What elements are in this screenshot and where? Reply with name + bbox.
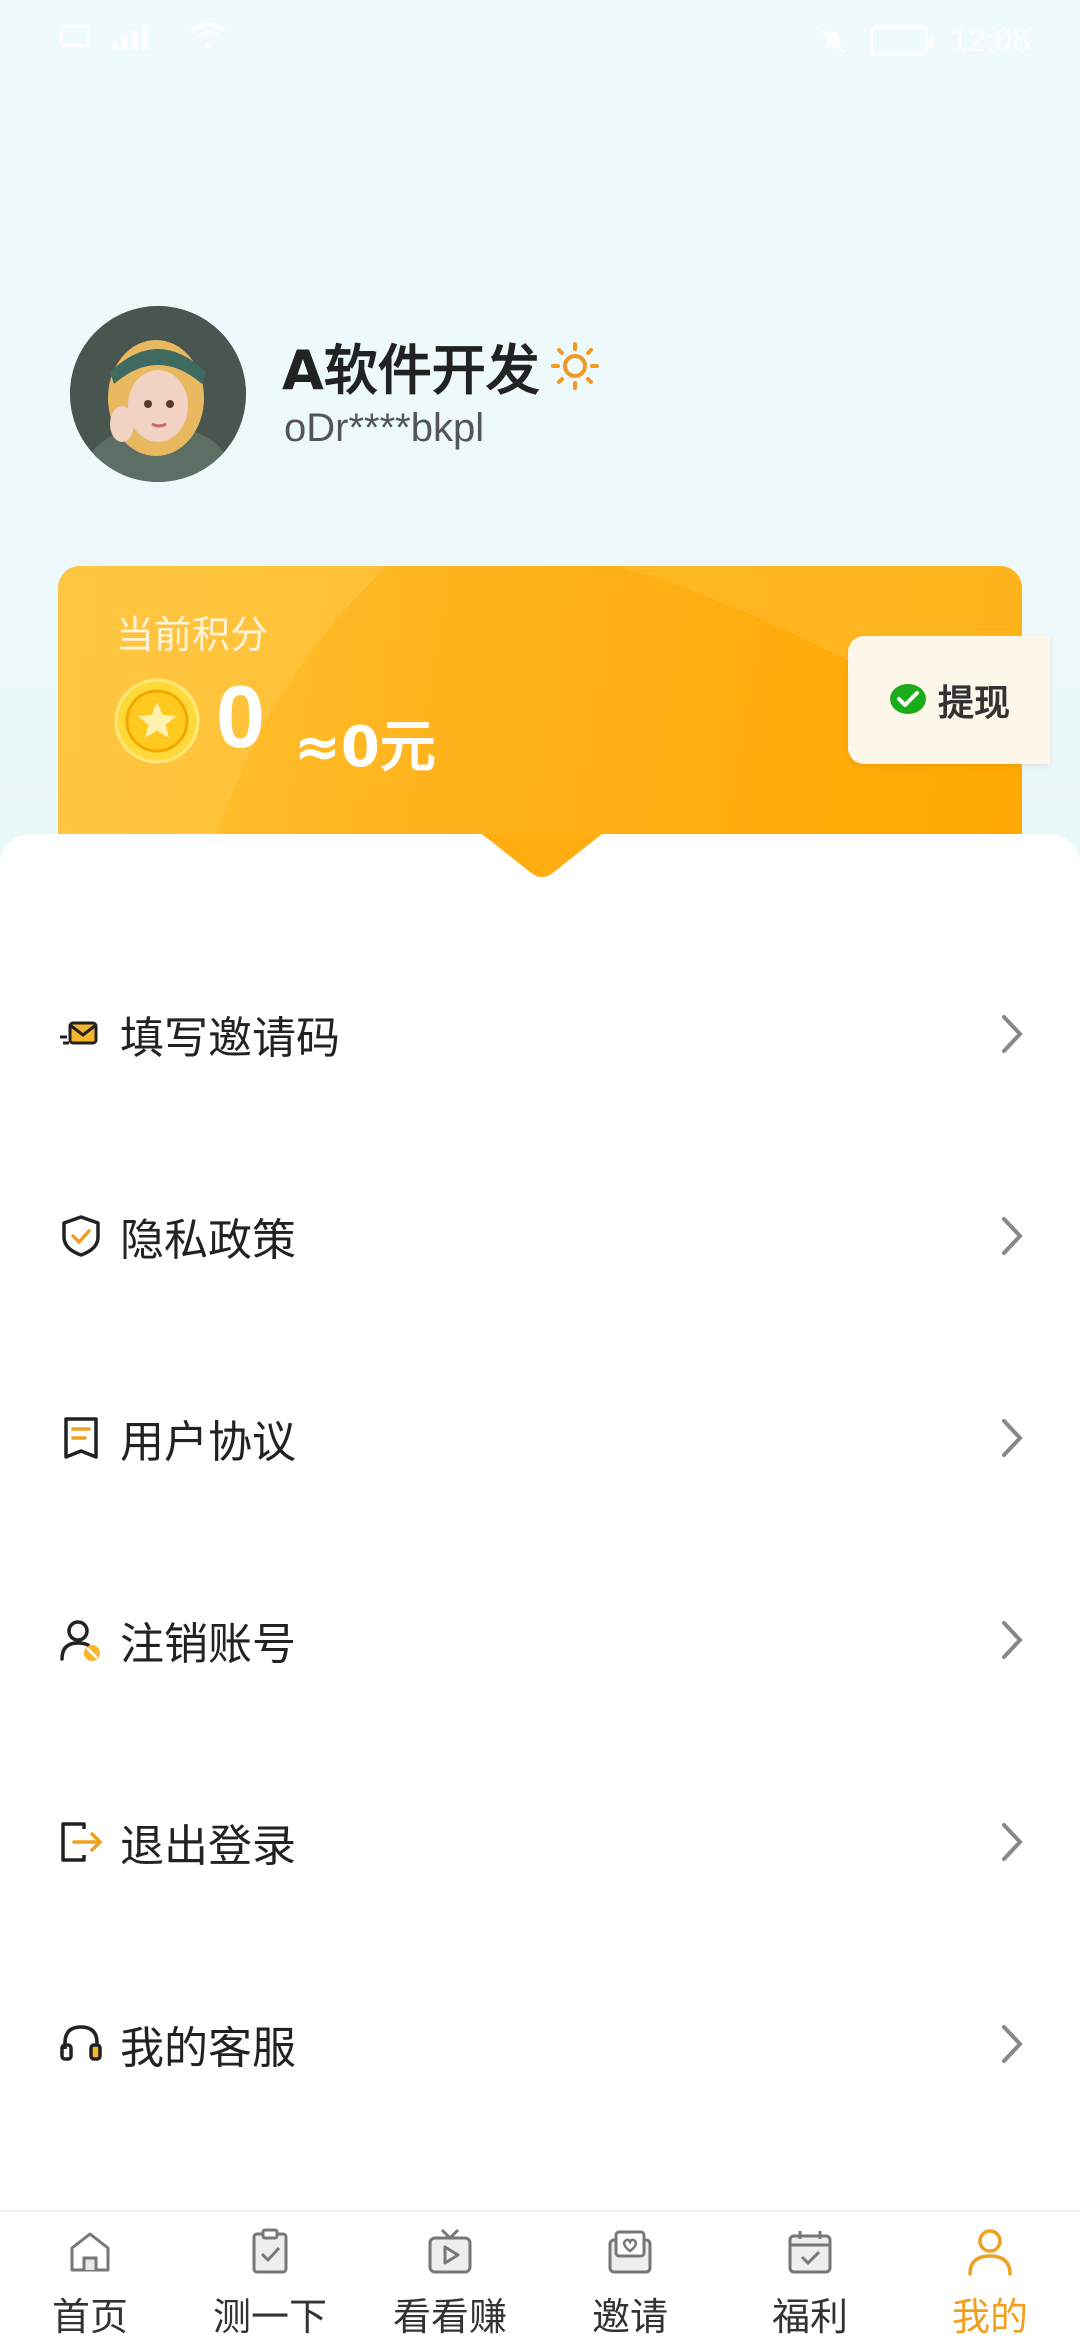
- clipboard-check-icon: [252, 2228, 288, 2274]
- coin-icon: [114, 678, 200, 764]
- menu-item-label: 我的客服: [120, 2023, 296, 2074]
- chevron-right-icon: [1002, 1823, 1023, 1861]
- menu-item-label: 退出登录: [120, 1821, 296, 1872]
- nav-label: 首页: [51, 2295, 128, 2339]
- user-icon: [968, 2229, 1012, 2276]
- sun-badge-icon: [550, 341, 599, 390]
- nav-label: 福利: [771, 2295, 848, 2339]
- menu-item-label: 隐私政策: [120, 1215, 296, 1266]
- card-notch: [482, 834, 602, 877]
- withdraw-label: 提现: [937, 683, 1010, 724]
- menu-item-label: 注销账号: [120, 1619, 296, 1670]
- avatar-image: [70, 306, 246, 482]
- profile-name-text: A软件开发: [282, 339, 540, 402]
- wifi-icon: [191, 23, 227, 48]
- logout-icon: [61, 1822, 103, 1862]
- profile-user-id: oDr****bkpl: [284, 406, 485, 450]
- profile-page: 12:08 A软件开发 oDr****bkpl 当前积分 0 ≈0元 提现 填写…: [0, 0, 1080, 2340]
- home-icon: [70, 2232, 110, 2272]
- nav-home[interactable]: 首页: [0, 2212, 180, 2340]
- nav-invite[interactable]: 邀请: [540, 2212, 720, 2340]
- menu-item-label: 用户协议: [120, 1417, 296, 1468]
- menu-item-delete-account[interactable]: 注销账号: [0, 1580, 1080, 1700]
- bell-off-icon: [820, 28, 845, 53]
- bottom-nav: 首页 测一下 看看赚 邀请 福利 我的: [0, 2210, 1080, 2340]
- status-bar: 12:08: [0, 0, 1080, 80]
- chevron-right-icon: [1002, 2025, 1023, 2063]
- chevron-right-icon: [1002, 1419, 1023, 1457]
- withdraw-button[interactable]: 提现: [848, 636, 1050, 764]
- menu-item-logout[interactable]: 退出登录: [0, 1782, 1080, 1902]
- avatar[interactable]: [70, 306, 246, 482]
- calendar-check-icon: [788, 2231, 832, 2274]
- menu-item-user-agreement[interactable]: 用户协议: [0, 1378, 1080, 1498]
- nav-label: 测一下: [212, 2295, 327, 2339]
- user-cancel-icon: [60, 1620, 100, 1661]
- wechat-icon: [889, 684, 926, 714]
- nav-label: 看看赚: [392, 2295, 507, 2339]
- menu-item-customer-service[interactable]: 我的客服: [0, 1984, 1080, 2104]
- status-time: 12:08: [949, 22, 1030, 58]
- invite-heart-icon: [608, 2230, 652, 2274]
- headset-icon: [60, 2025, 102, 2061]
- nav-test[interactable]: 测一下: [180, 2212, 360, 2340]
- points-label: 当前积分: [116, 613, 269, 657]
- chevron-right-icon: [1002, 1015, 1023, 1053]
- nav-watch-earn[interactable]: 看看赚: [360, 2212, 540, 2340]
- nav-welfare[interactable]: 福利: [720, 2212, 900, 2340]
- play-tv-icon: [428, 2228, 472, 2274]
- chevron-right-icon: [1002, 1621, 1023, 1659]
- invite-code-icon: [60, 1021, 98, 1045]
- shield-check-icon: [62, 1215, 100, 1257]
- menu-item-label: 填写邀请码: [120, 1013, 340, 1064]
- points-cash-value: ≈0元: [294, 715, 436, 780]
- nav-mine[interactable]: 我的: [900, 2212, 1080, 2340]
- nav-label: 我的: [951, 2295, 1028, 2339]
- document-icon: [64, 1417, 98, 1459]
- menu-item-invite-code[interactable]: 填写邀请码: [0, 974, 1080, 1094]
- signal-icon: [112, 26, 148, 49]
- nav-label: 邀请: [591, 2295, 668, 2339]
- points-value: 0: [216, 667, 265, 766]
- profile-name: A软件开发: [282, 326, 600, 405]
- menu-item-privacy-policy[interactable]: 隐私政策: [0, 1176, 1080, 1296]
- sim-icon: [60, 25, 90, 47]
- chevron-right-icon: [1002, 1217, 1023, 1255]
- battery-icon: [869, 25, 933, 56]
